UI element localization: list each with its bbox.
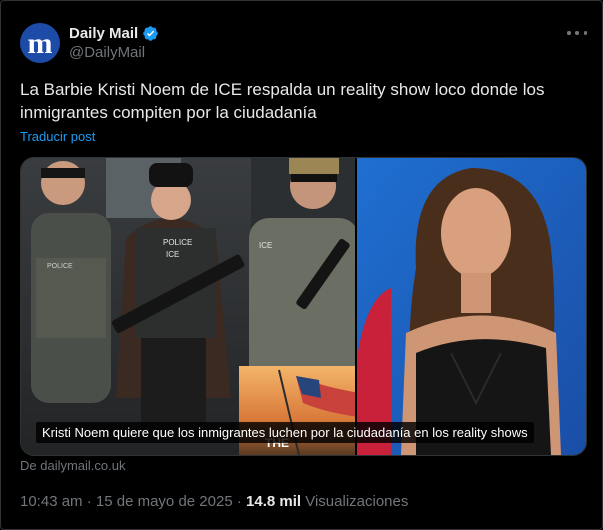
views-count: 14.8 mil bbox=[246, 493, 302, 510]
verified-badge-icon bbox=[143, 25, 158, 41]
post-time[interactable]: 10:43 am bbox=[20, 493, 83, 510]
vest-police-text: POLICE bbox=[163, 238, 192, 247]
author-handle[interactable]: @DailyMail bbox=[69, 44, 145, 61]
post-meta: 10:43 am · 15 de mayo de 2025 · 14.8 mil… bbox=[20, 493, 408, 510]
card-photo-collage: POLICE POLICE ICE ICE THE bbox=[21, 158, 586, 455]
vest-ice-text: ICE bbox=[166, 250, 179, 259]
author-name-row: Daily Mail bbox=[69, 23, 159, 43]
vest-patch: POLICE bbox=[47, 263, 73, 270]
sleeve-patch: ICE bbox=[259, 241, 272, 250]
meta-separator: · bbox=[236, 493, 242, 510]
portrait-photo bbox=[357, 158, 586, 455]
meta-separator: · bbox=[86, 493, 92, 510]
card-caption: Kristi Noem quiere que los inmigrantes l… bbox=[36, 422, 534, 443]
views-label: Visualizaciones bbox=[305, 493, 409, 510]
avatar-logo: m bbox=[27, 27, 53, 60]
translate-post-link[interactable]: Traducir post bbox=[20, 129, 95, 144]
display-name[interactable]: Daily Mail bbox=[69, 25, 138, 42]
link-card-image[interactable]: POLICE POLICE ICE ICE THE Kristi Noem qu… bbox=[20, 157, 587, 456]
card-source[interactable]: De dailymail.co.uk bbox=[20, 458, 126, 473]
more-options-icon[interactable] bbox=[567, 25, 587, 41]
post-text: La Barbie Kristi Noem de ICE respalda un… bbox=[20, 80, 545, 122]
agents-photo: POLICE POLICE ICE ICE THE bbox=[21, 158, 366, 455]
post-date[interactable]: 15 de mayo de 2025 bbox=[96, 493, 233, 510]
tweet-card: m Daily Mail @DailyMail La Barbie Kristi… bbox=[0, 0, 603, 530]
avatar[interactable]: m bbox=[20, 23, 60, 63]
